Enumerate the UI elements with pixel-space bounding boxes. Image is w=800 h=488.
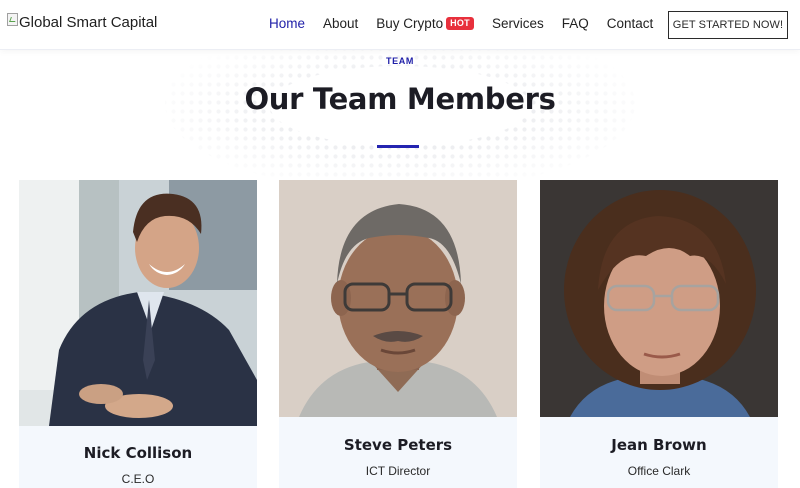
member-role: ICT Director [365, 464, 431, 478]
nav-item-faq[interactable]: FAQ [562, 16, 589, 31]
site-logo[interactable]: Global Smart Capital [7, 13, 158, 31]
team-member-photo [19, 180, 257, 426]
nav-item-label: Contact [606, 16, 654, 31]
nav-item-contact[interactable]: Contact [607, 16, 654, 31]
nav-item-buy-crypto[interactable]: Buy Crypto HOT [376, 16, 474, 31]
site-header: Global Smart Capital Home About Buy Cryp… [0, 0, 800, 50]
portrait-image [540, 180, 778, 417]
team-member-photo [279, 180, 517, 417]
nav-item-home[interactable]: Home [269, 16, 305, 31]
hot-badge: HOT [446, 17, 474, 30]
team-card[interactable]: Nick Collison C.E.O [19, 180, 257, 488]
broken-image-icon [7, 13, 18, 26]
member-name: Nick Collison [83, 444, 193, 462]
member-role: Office Clark [627, 464, 691, 478]
main-nav: Home About Buy Crypto HOT Services FAQ C… [269, 16, 671, 31]
logo-alt-text: Global Smart Capital [19, 14, 158, 31]
team-member-photo [540, 180, 778, 417]
portrait-image [279, 180, 517, 417]
section-eyebrow: TEAM [386, 56, 414, 66]
nav-item-label: Buy Crypto [376, 16, 444, 31]
nav-item-label: Home [269, 16, 306, 31]
get-started-button[interactable]: GET STARTED NOW! [668, 11, 788, 39]
section-title: Our Team Members [244, 82, 556, 116]
member-name: Steve Peters [343, 436, 453, 454]
halftone-dots-decoration [160, 44, 640, 194]
nav-item-label: FAQ [561, 16, 589, 31]
nav-item-services[interactable]: Services [492, 16, 544, 31]
nav-item-label: Services [491, 16, 544, 31]
title-underline [377, 145, 419, 148]
member-role: C.E.O [121, 472, 155, 486]
portrait-image [19, 180, 257, 426]
team-card[interactable]: Jean Brown Office Clark [540, 180, 778, 488]
nav-item-about[interactable]: About [323, 16, 358, 31]
member-name: Jean Brown [611, 436, 707, 454]
nav-item-label: About [323, 16, 359, 31]
team-card[interactable]: Steve Peters ICT Director [279, 180, 517, 488]
